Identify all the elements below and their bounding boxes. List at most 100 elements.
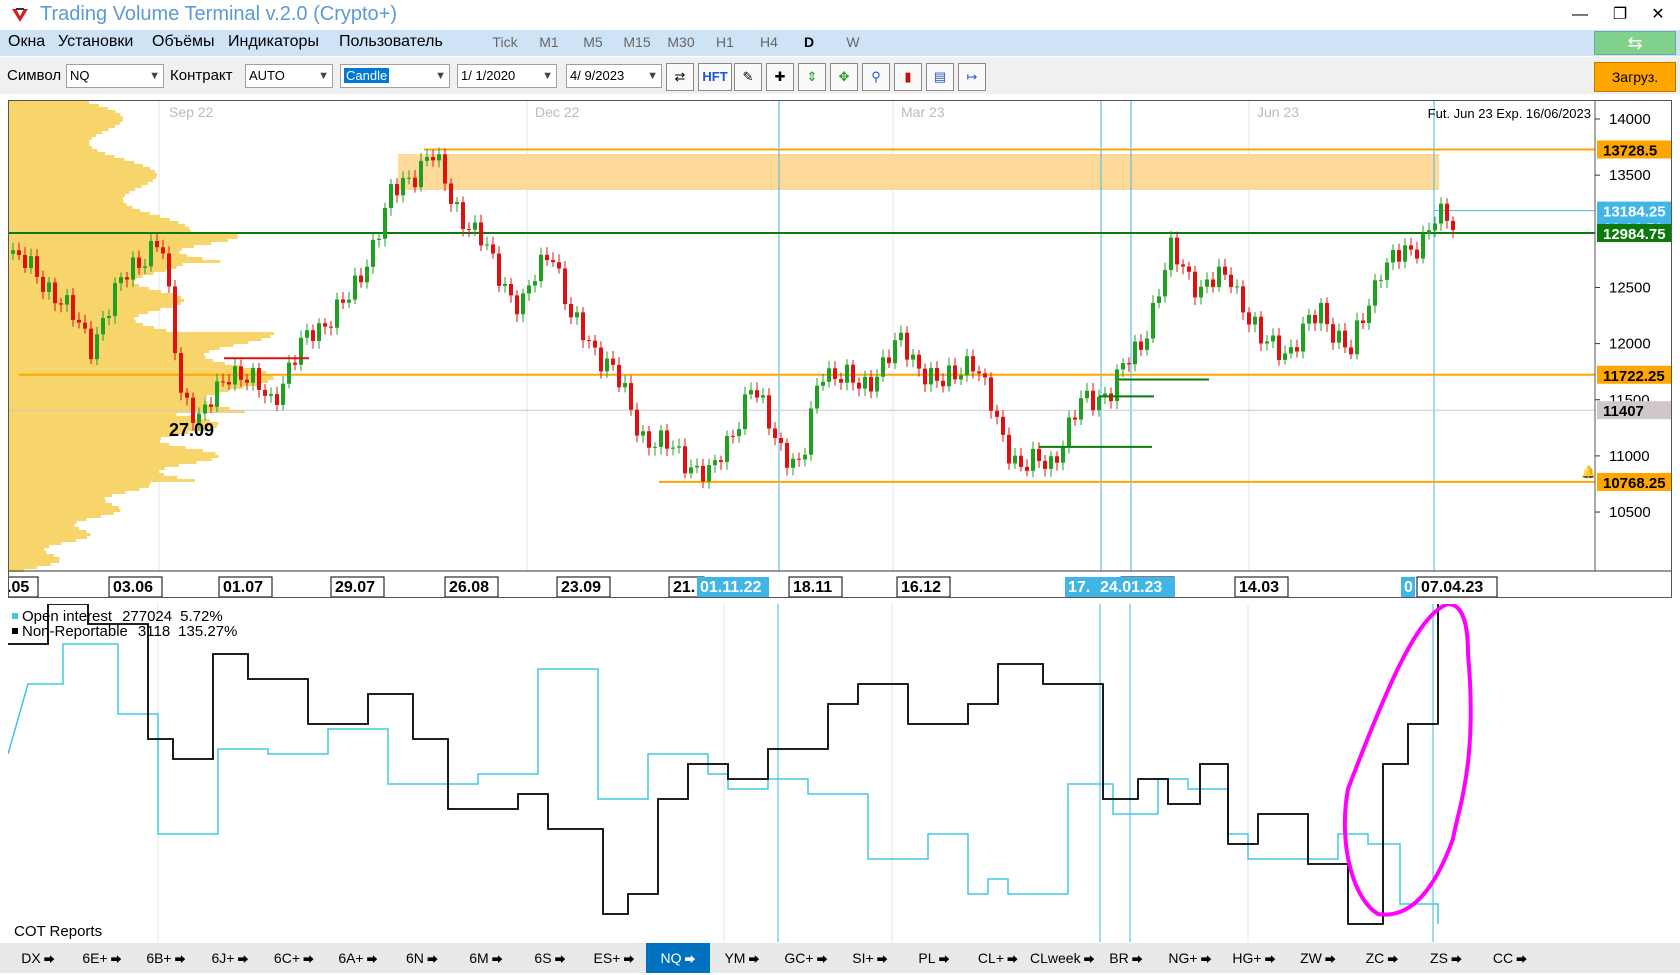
candle-body (1097, 396, 1101, 411)
tab-pl[interactable]: PL ⮕ (902, 943, 966, 973)
price-chart[interactable]: 27.09 Fut. Jun 23 Exp. 16/06/2023 Sep 22… (8, 100, 1672, 598)
crosshair-icon: ✚ (774, 69, 786, 84)
candle-body (683, 446, 687, 474)
timeframe-m1[interactable]: M1 (530, 34, 568, 50)
vertical-scale-button[interactable]: ⇕ (798, 63, 826, 91)
candle-body (263, 389, 267, 396)
tab-cc[interactable]: CC ⮕ (1478, 943, 1542, 973)
candle-body (1235, 286, 1239, 288)
symbol-select[interactable]: NQ ▼ (66, 64, 164, 88)
candle-body (941, 380, 945, 387)
date-from-picker[interactable]: 1/ 1/2020 ▼ (457, 64, 557, 88)
tab-label: 6E+ (82, 950, 108, 966)
date-highlight-label: 0 (1404, 579, 1413, 596)
load-button[interactable]: Загруз. (1594, 62, 1676, 92)
candle-body (1295, 347, 1299, 352)
tab-cl-plus[interactable]: CL+ ⮕ (966, 943, 1030, 973)
timeframe-m30[interactable]: M30 (662, 34, 700, 50)
minimize-button[interactable]: — (1560, 2, 1600, 28)
tab-arrow-icon: ⮕ (423, 954, 438, 966)
tab-clweek[interactable]: CLweek ⮕ (1030, 943, 1095, 973)
window-title: Trading Volume Terminal v.2.0 (Crypto+) (40, 3, 398, 25)
timeframe-h1[interactable]: H1 (706, 34, 744, 50)
zoom-button[interactable]: ⚲ (862, 63, 890, 91)
menu-volumes[interactable]: Объёмы (152, 33, 214, 51)
tab-br[interactable]: BR ⮕ (1094, 943, 1158, 973)
date-highlight-label: 17. (1068, 579, 1090, 596)
measure-button[interactable]: ↦ (958, 63, 986, 91)
tab-6n[interactable]: 6N ⮕ (390, 943, 454, 973)
tab-es-plus[interactable]: ES+ ⮕ (582, 943, 646, 973)
tab-6b-plus[interactable]: 6B+ ⮕ (134, 943, 198, 973)
price-axis[interactable]: 14000135001250012000115001100010500 (1595, 111, 1651, 521)
tab-nq[interactable]: NQ ⮕ (646, 943, 710, 973)
tab-ym[interactable]: YM ⮕ (710, 943, 774, 973)
tab-6c-plus[interactable]: 6C+ ⮕ (262, 943, 326, 973)
maximize-button[interactable]: ❐ (1600, 2, 1640, 28)
profile-bar (9, 308, 161, 311)
candle-body (1169, 237, 1173, 271)
chart-type-select[interactable]: Candle ▼ (340, 64, 450, 88)
price-tick-label: 13500 (1609, 167, 1651, 184)
tab-hg-plus[interactable]: HG+ ⮕ (1222, 943, 1286, 973)
menu-settings[interactable]: Установки (58, 33, 133, 51)
candle-body (497, 253, 501, 286)
tab-si-plus[interactable]: SI+ ⮕ (838, 943, 902, 973)
candles-button[interactable]: ▮ (894, 63, 922, 91)
timeframe-w[interactable]: W (834, 34, 872, 50)
tab-zc[interactable]: ZC ⮕ (1350, 943, 1414, 973)
candle-body (305, 330, 309, 338)
chevron-down-icon: ▼ (542, 70, 553, 82)
timeframe-tick[interactable]: Tick (486, 34, 524, 50)
crosshair-button[interactable]: ✚ (766, 63, 794, 91)
timeframe-m5[interactable]: M5 (574, 34, 612, 50)
profile-bar (9, 383, 258, 386)
profile-bar (9, 533, 91, 536)
candle-body (71, 295, 75, 320)
hft-button[interactable]: HFT (698, 63, 732, 91)
timeframe-d[interactable]: D (790, 34, 828, 50)
candle-body (167, 253, 171, 287)
profile-bar (9, 215, 160, 218)
tab-6j-plus[interactable]: 6J+ ⮕ (198, 943, 262, 973)
price-flag-label: 12984.75 (1603, 226, 1666, 243)
tab-6e-plus[interactable]: 6E+ ⮕ (70, 943, 134, 973)
tab-zw[interactable]: ZW ⮕ (1286, 943, 1350, 973)
price-chart-canvas[interactable]: 27.09 Fut. Jun 23 Exp. 16/06/2023 Sep 22… (9, 101, 1672, 598)
fit-button[interactable]: ✥ (830, 63, 858, 91)
menu-indicators[interactable]: Индикаторы (228, 33, 319, 51)
pen-tool-button[interactable]: ✎ (734, 63, 762, 91)
tab-dx[interactable]: DX ⮕ (6, 943, 70, 973)
tab-gc-plus[interactable]: GC+ ⮕ (774, 943, 838, 973)
candle-body (365, 266, 369, 283)
candle-body (1283, 353, 1287, 360)
chevron-down-icon: ▼ (149, 70, 160, 82)
candle-body (1313, 314, 1317, 324)
menu-windows[interactable]: Окна (8, 33, 45, 51)
close-button[interactable]: ✕ (1638, 2, 1678, 28)
tab-ng-plus[interactable]: NG+ ⮕ (1158, 943, 1222, 973)
candles (11, 147, 1455, 489)
bell-icon[interactable]: 🔔 (1581, 465, 1596, 479)
profile-bar (9, 332, 274, 335)
candle-body (113, 283, 117, 316)
price-flags: 13728.513184.2516:14:5912984.7511722.251… (1597, 140, 1671, 492)
tab-6a-plus[interactable]: 6A+ ⮕ (326, 943, 390, 973)
timeframe-m15[interactable]: M15 (618, 34, 656, 50)
candle-body (1163, 270, 1167, 297)
cot-panel[interactable]: Open interest 277024 5.72% Non-Reportable 3… (8, 604, 1672, 942)
timeframe-h4[interactable]: H4 (750, 34, 788, 50)
candle-body (1385, 262, 1389, 280)
tab-6m[interactable]: 6M ⮕ (454, 943, 518, 973)
date-to-picker[interactable]: 4/ 9/2023 ▼ (566, 64, 662, 88)
month-label: Mar 23 (901, 104, 945, 120)
cot-chart-canvas[interactable]: Open interest 277024 5.72% Non-Reportable 3… (8, 604, 1672, 942)
menu-user[interactable]: Пользователь (339, 33, 443, 51)
tab-6s[interactable]: 6S ⮕ (518, 943, 582, 973)
price-tick-label: 12000 (1609, 336, 1651, 353)
contract-select[interactable]: AUTO ▼ (245, 64, 333, 88)
scroll-arrows-button[interactable]: ⇄ (666, 63, 694, 91)
profile-button[interactable]: ▤ (926, 63, 954, 91)
tab-zs[interactable]: ZS ⮕ (1414, 943, 1478, 973)
refresh-button[interactable]: ⇆ (1594, 31, 1676, 55)
